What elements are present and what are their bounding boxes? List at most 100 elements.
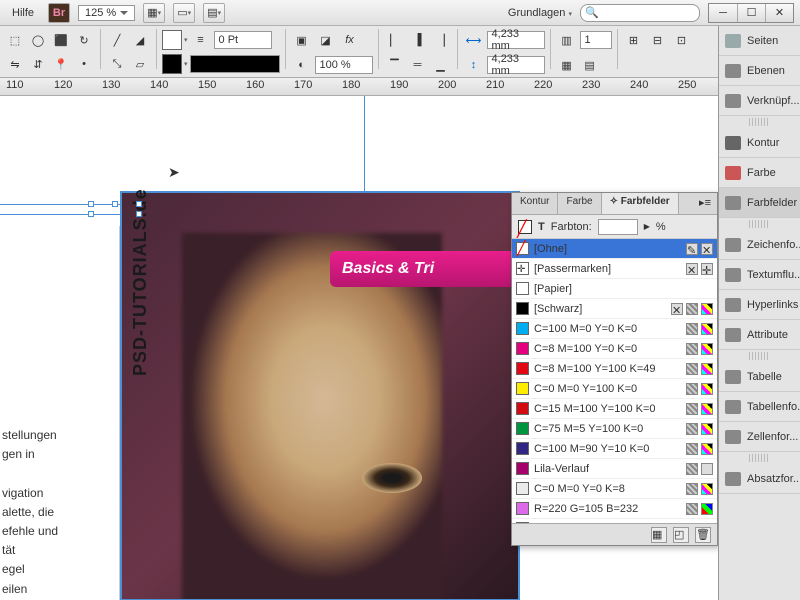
maximize-button[interactable]: ☐	[737, 4, 765, 22]
close-button[interactable]: ✕	[765, 4, 793, 22]
new-swatch-icon[interactable]: ◰	[673, 527, 689, 543]
corner-icon[interactable]: ◢	[129, 29, 151, 51]
panel-menu-button[interactable]: ▸≡	[693, 193, 717, 214]
panel-button[interactable]: Hyperlinks	[719, 290, 800, 320]
effects-icon[interactable]: ▣	[291, 29, 313, 51]
panel-button[interactable]: Tabellenfo...	[719, 392, 800, 422]
flip-v-icon[interactable]: ⇵	[27, 53, 49, 75]
swatch-footer: ▦ ◰ 🗑	[512, 523, 717, 545]
panel-button[interactable]: Verknüpf...	[719, 86, 800, 116]
anchor-icon[interactable]: 📍	[50, 53, 72, 75]
misc-3-icon[interactable]: ⊡	[671, 29, 693, 51]
stroke-swatch[interactable]	[162, 54, 182, 74]
line-icon[interactable]: ╱	[106, 29, 128, 51]
align-top-icon[interactable]: ▔	[384, 54, 406, 76]
swatch-row[interactable]: R=220 G=105 B=232	[512, 499, 717, 519]
align-bottom-icon[interactable]: ▁	[430, 54, 452, 76]
screen-mode-button[interactable]: ▭▾	[173, 3, 195, 23]
align-left-icon[interactable]: ▏	[384, 29, 406, 51]
panel-button[interactable]: Textumflu...	[719, 260, 800, 290]
search-input[interactable]: 🔍	[580, 4, 700, 22]
search-icon: 🔍	[585, 6, 599, 19]
shear-icon[interactable]: ▱	[129, 53, 151, 75]
panel-button[interactable]: Ebenen	[719, 56, 800, 86]
selection-arrow-icon[interactable]: ⬚	[4, 29, 26, 51]
align-right-icon[interactable]: ▕	[430, 29, 452, 51]
misc-2-icon[interactable]: ⊟	[647, 29, 669, 51]
swatch-row[interactable]: ╱[Ohne]✎✕	[512, 239, 717, 259]
stroke-weight-icon: ≡	[190, 29, 212, 51]
menubar: Hilfe Br 125 % ▦▾ ▭▾ ▤▾ Grundlagen ▾ 🔍 ─…	[0, 0, 800, 26]
swatch-row[interactable]: C=100 M=90 Y=10 K=0	[512, 439, 717, 459]
scale-icon[interactable]: ⤡	[106, 53, 128, 75]
swatch-row[interactable]: [Papier]	[512, 279, 717, 299]
bridge-button[interactable]: Br	[48, 3, 70, 23]
swatch-row[interactable]: C=8 M=100 Y=0 K=0	[512, 339, 717, 359]
swatch-list[interactable]: ╱[Ohne]✎✕✛[Passermarken]✕✛[Papier][Schwa…	[512, 239, 717, 523]
cursor-icon: ➤	[168, 164, 180, 181]
fill-swatch[interactable]	[162, 30, 182, 50]
swatch-row[interactable]: [Schwarz]✕	[512, 299, 717, 319]
panel-tabs: KonturFarbe✧ Farbfelder ▸≡	[512, 193, 717, 215]
transform-icon[interactable]: ⬛	[50, 29, 72, 51]
panel-button[interactable]: Farbe	[719, 158, 800, 188]
swatch-header: ╱ T Farbton: ▶ %	[512, 215, 717, 239]
panel-tab[interactable]: Farbe	[558, 193, 601, 214]
fill-proxy-icon[interactable]: ╱	[518, 220, 532, 234]
swatch-row[interactable]: ✛[Passermarken]✕✛	[512, 259, 717, 279]
panel-button[interactable]: Seiten	[719, 26, 800, 56]
stroke-style-input[interactable]	[190, 55, 280, 73]
help-menu[interactable]: Hilfe	[6, 5, 40, 21]
panel-button[interactable]: Absatzfor...	[719, 464, 800, 494]
stroke-weight-input[interactable]: 0 Pt	[214, 31, 272, 49]
swatch-row[interactable]: Lila-Verlauf	[512, 459, 717, 479]
swatch-row[interactable]: C=8 M=100 Y=100 K=49	[512, 359, 717, 379]
panel-button[interactable]: Tabelle	[719, 362, 800, 392]
banner-title[interactable]: Basics & Tri	[330, 251, 530, 287]
horizontal-ruler[interactable]: 1101201301401501601701801902002102202302…	[0, 78, 800, 96]
width-input[interactable]: 4,233 mm	[487, 31, 545, 49]
height-icon: ↕	[463, 54, 485, 76]
opacity-icon: ◐	[291, 54, 313, 76]
workspace-switcher[interactable]: Grundlagen ▾	[508, 7, 572, 19]
panel-button[interactable]: Attribute	[719, 320, 800, 350]
tint-unit: %	[656, 221, 666, 233]
drop-shadow-icon[interactable]: ◪	[315, 29, 337, 51]
selection-handles[interactable]	[88, 201, 144, 217]
fx-icon[interactable]: fx	[339, 29, 361, 51]
text-proxy-icon[interactable]: T	[538, 221, 545, 233]
minimize-button[interactable]: ─	[709, 4, 737, 22]
flip-h-icon[interactable]: ⇋	[4, 53, 26, 75]
panel-tab[interactable]: ✧ Farbfelder	[602, 193, 679, 214]
panel-tab[interactable]: Kontur	[512, 193, 558, 214]
align-middle-icon[interactable]: ═	[407, 54, 429, 76]
zoom-level[interactable]: 125 %	[78, 5, 135, 21]
rotate-icon[interactable]: ↻	[73, 29, 95, 51]
view-options-button[interactable]: ▦▾	[143, 3, 165, 23]
ellipse-icon[interactable]: ◯	[27, 29, 49, 51]
misc-1-icon[interactable]: ⊞	[623, 29, 645, 51]
arrange-button[interactable]: ▤▾	[203, 3, 225, 23]
swatch-row[interactable]: C=0 M=0 Y=100 K=0	[512, 379, 717, 399]
text-wrap-icon[interactable]: ▦	[556, 54, 578, 76]
swatch-row[interactable]: C=15 M=100 Y=100 K=0	[512, 399, 717, 419]
swatch-row[interactable]: C=100 M=0 Y=0 K=0	[512, 319, 717, 339]
swatch-row[interactable]: C=75 M=5 Y=100 K=0	[512, 419, 717, 439]
panel-button[interactable]: Farbfelder	[719, 188, 800, 218]
tint-input[interactable]	[598, 219, 638, 235]
panel-button[interactable]: Zellenfor...	[719, 422, 800, 452]
panel-button[interactable]: Kontur	[719, 128, 800, 158]
panel-button[interactable]: Zeichenfo...	[719, 230, 800, 260]
align-center-icon[interactable]: ▐	[407, 29, 429, 51]
columns-icon: ▥	[556, 29, 578, 51]
new-swatch-button[interactable]: ▦	[651, 527, 667, 543]
swatch-row[interactable]: C=80 M=61 Y=61 K=57	[512, 519, 717, 523]
text-options-icon[interactable]: ▤	[579, 54, 601, 76]
point-icon[interactable]: •	[73, 53, 95, 75]
columns-input[interactable]: 1	[580, 31, 612, 49]
page-edge: stellungengen in vigationalette, dieefeh…	[0, 226, 120, 600]
opacity-input[interactable]: 100 %	[315, 56, 373, 74]
swatch-row[interactable]: C=0 M=0 Y=0 K=8	[512, 479, 717, 499]
delete-swatch-button[interactable]: 🗑	[695, 527, 711, 543]
height-input[interactable]: 4,233 mm	[487, 56, 545, 74]
